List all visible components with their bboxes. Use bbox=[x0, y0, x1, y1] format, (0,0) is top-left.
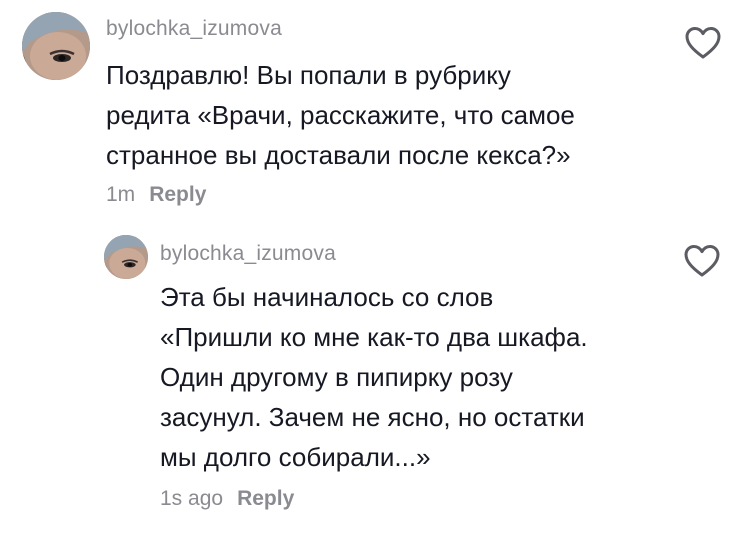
comment-text-line: мы долго собирали...» bbox=[160, 442, 431, 472]
reply-comment-item: bylochka_izumova Эта бы начиналось со сл… bbox=[0, 225, 749, 533]
comment-timestamp: 1s ago bbox=[160, 487, 224, 510]
reply-button[interactable]: Reply bbox=[149, 183, 206, 206]
comment-text-line: странное вы доставали после кекса?» bbox=[106, 140, 571, 170]
avatar-image bbox=[104, 235, 148, 279]
like-button[interactable] bbox=[684, 26, 722, 60]
heart-outline-icon bbox=[684, 245, 720, 277]
comment-text-line: Эта бы начиналось со слов bbox=[160, 282, 494, 312]
comment-timestamp: 1m bbox=[106, 183, 136, 206]
like-button[interactable] bbox=[683, 244, 721, 278]
comment-item: bylochka_izumova Поздравлю! Вы попали в … bbox=[0, 0, 749, 225]
avatar-image bbox=[22, 12, 90, 80]
comment-text-line: засунул. Зачем не ясно, но остатки bbox=[160, 402, 585, 432]
comment-text-line: редита «Врачи, расскажите, что самое bbox=[106, 100, 575, 130]
comment-text-line: «Пришли ко мне как-то два шкафа. bbox=[160, 322, 588, 352]
comment-text-line: Поздравлю! Вы попали в рубрику bbox=[106, 60, 511, 90]
comment-username[interactable]: bylochka_izumova bbox=[160, 242, 336, 266]
comment-meta: 1s ago Reply bbox=[160, 487, 294, 511]
comment-text: Эта бы начиналось со слов «Пришли ко мне… bbox=[160, 277, 588, 477]
comment-text: Поздравлю! Вы попали в рубрику редита «В… bbox=[106, 55, 575, 175]
comment-text-line: Один другому в пипирку розу bbox=[160, 362, 513, 392]
reply-button[interactable]: Reply bbox=[237, 487, 294, 510]
avatar[interactable] bbox=[104, 235, 148, 279]
heart-outline-icon bbox=[685, 27, 721, 59]
avatar[interactable] bbox=[22, 12, 90, 80]
comment-meta: 1m Reply bbox=[106, 183, 206, 207]
comment-username[interactable]: bylochka_izumova bbox=[106, 17, 282, 41]
